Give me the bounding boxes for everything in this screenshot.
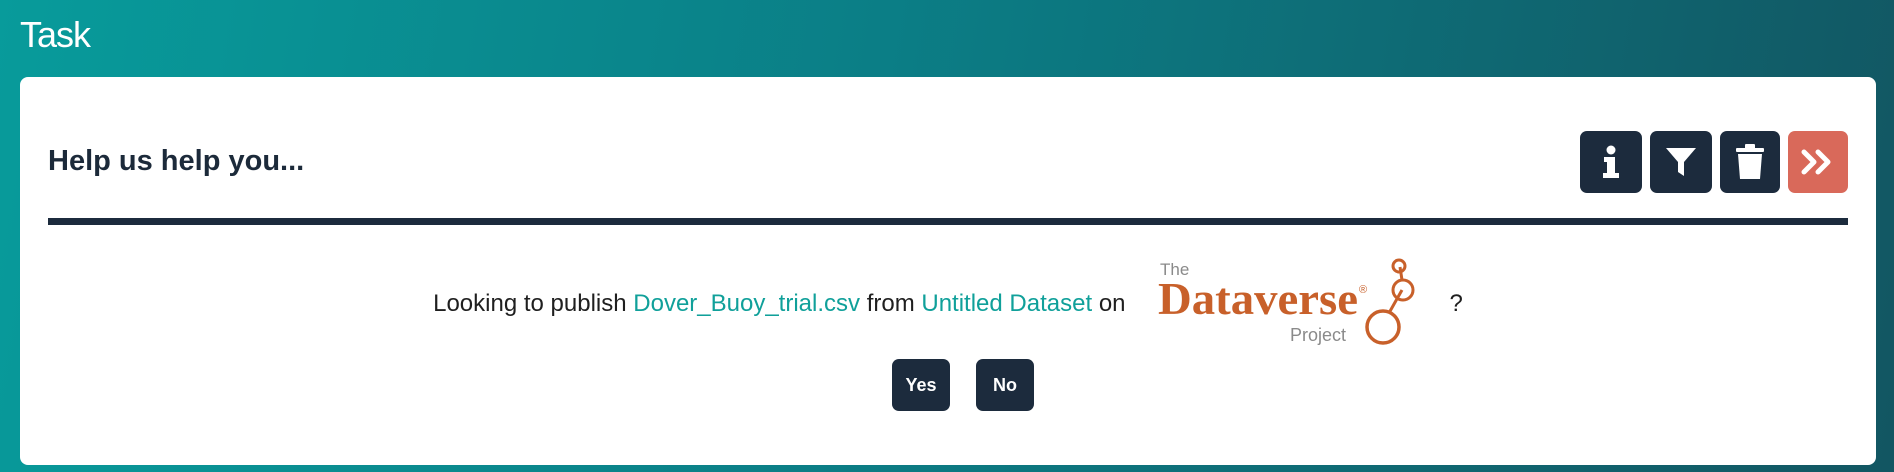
task-card: Help us help you... Looking to publish D…	[20, 77, 1876, 465]
skip-button[interactable]	[1788, 131, 1848, 193]
trash-icon	[1736, 144, 1764, 179]
filter-icon	[1666, 148, 1696, 176]
logo-project-text: Project	[1290, 325, 1346, 345]
yes-button[interactable]: Yes	[892, 359, 950, 411]
question-from: from	[866, 290, 915, 317]
dataverse-logo: The Dataverse ® Project	[1158, 258, 1415, 345]
info-button[interactable]	[1580, 131, 1642, 193]
logo-circles-icon	[1364, 258, 1415, 345]
question-on: on	[1098, 290, 1126, 317]
filter-button[interactable]	[1650, 131, 1712, 193]
toolbar	[1580, 131, 1848, 193]
answer-buttons: Yes No	[20, 359, 1876, 411]
card-heading: Help us help you...	[48, 145, 305, 177]
no-button[interactable]: No	[976, 359, 1034, 411]
page-title: Task	[20, 14, 91, 55]
info-icon	[1603, 145, 1619, 178]
file-link[interactable]: Dover_Buoy_trial.csv	[633, 290, 860, 318]
question-prefix: Looking to publish	[433, 290, 627, 317]
double-chevron-right-icon	[1801, 149, 1831, 175]
dataset-link[interactable]: Untitled Dataset	[921, 290, 1092, 318]
question-suffix: ?	[1449, 290, 1463, 317]
delete-button[interactable]	[1720, 131, 1780, 193]
question-text: Looking to publish Dover_Buoy_trial.csv …	[20, 257, 1876, 351]
logo-main-text: Dataverse	[1158, 273, 1358, 324]
svg-text:®: ®	[1359, 284, 1367, 296]
divider	[48, 218, 1848, 225]
